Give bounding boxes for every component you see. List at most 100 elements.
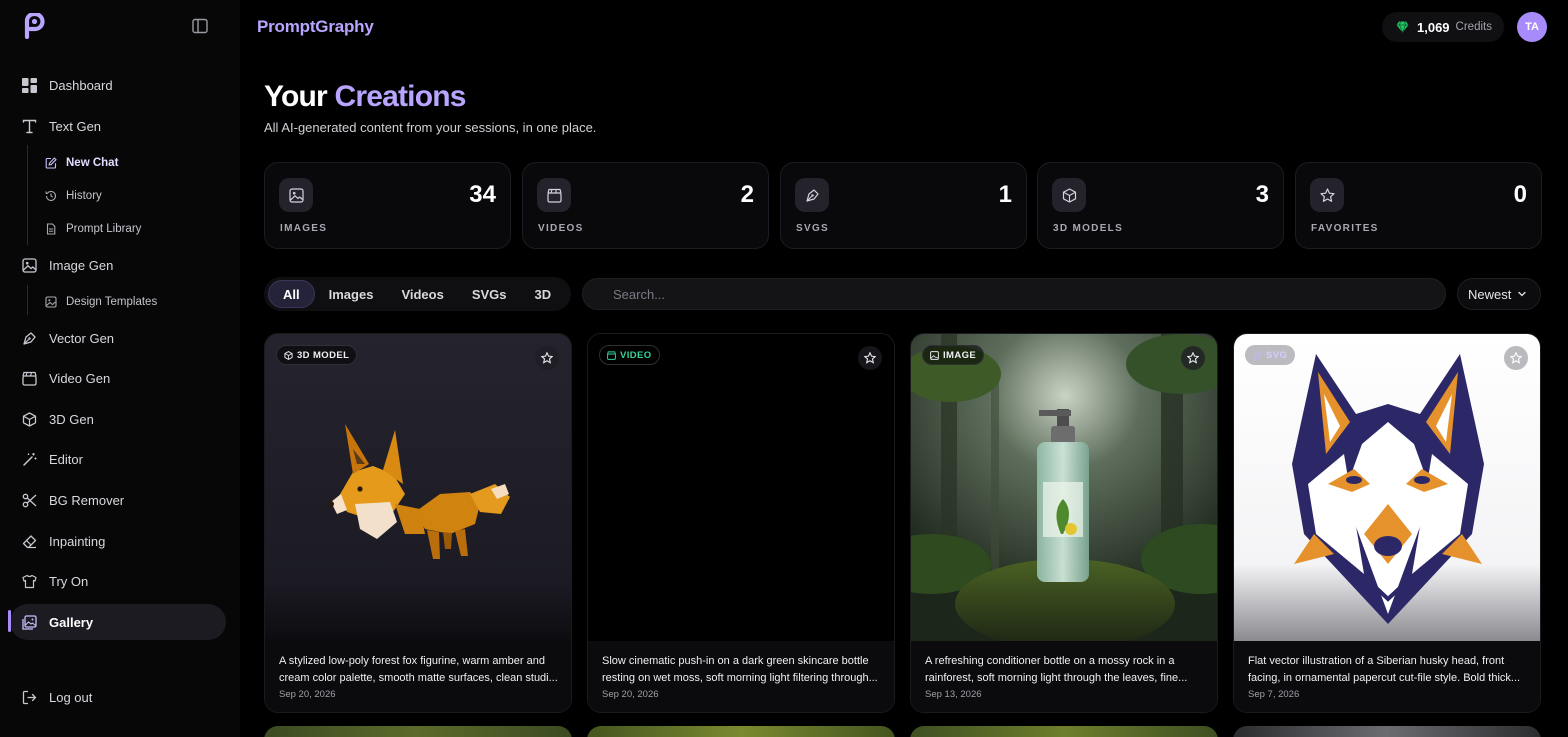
type-badge: 3D MODEL: [276, 345, 358, 365]
tab-3d[interactable]: 3D: [521, 280, 566, 308]
sort-label: Newest: [1468, 286, 1512, 302]
sidebar-item-label: Gallery: [49, 614, 94, 630]
stat-value: 3: [1255, 181, 1269, 208]
gallery-icon: [20, 613, 38, 631]
sidebar-subitem-history[interactable]: History: [44, 184, 102, 208]
user-avatar[interactable]: TA: [1517, 12, 1547, 42]
sidebar-item-text-gen[interactable]: Text Gen: [10, 108, 226, 144]
sidebar-item-label: Try On: [49, 573, 89, 589]
card-caption: Slow cinematic push-in on a dark green s…: [588, 641, 894, 712]
card-thumbnail: [265, 334, 571, 641]
clapperboard-icon: [537, 178, 571, 212]
credits-badge[interactable]: 1,069 Credits: [1382, 12, 1504, 42]
sort-dropdown[interactable]: Newest: [1457, 278, 1541, 310]
shirt-icon: [20, 572, 38, 590]
magic-wand-icon: [20, 450, 38, 468]
sidebar-item-vector-gen[interactable]: Vector Gen: [10, 320, 226, 356]
sidebar-subitem-label: New Chat: [66, 157, 119, 169]
image-icon: [279, 178, 313, 212]
search-input[interactable]: [582, 278, 1446, 310]
chevron-down-icon: [1517, 289, 1527, 299]
template-icon: [44, 295, 58, 309]
sidebar-item-image-gen[interactable]: Image Gen: [10, 247, 226, 283]
tab-all[interactable]: All: [268, 280, 315, 308]
gallery-card-peek[interactable]: [910, 726, 1218, 737]
gallery-card-3d-model[interactable]: 3D MODEL A stylized low-poly forest fox …: [264, 333, 572, 713]
sidebar-item-label: Vector Gen: [49, 330, 115, 346]
sidebar-item-video-gen[interactable]: Video Gen: [10, 360, 226, 396]
stat-label: 3D MODELS: [1053, 223, 1124, 234]
card-caption: Flat vector illustration of a Siberian h…: [1234, 641, 1540, 712]
sidebar-subitem-design-templates[interactable]: Design Templates: [44, 290, 157, 314]
active-indicator: [8, 610, 11, 632]
card-date: Sep 20, 2026: [279, 689, 336, 700]
image-icon: [930, 350, 939, 360]
page-subtitle: All AI-generated content from your sessi…: [264, 120, 597, 135]
sidebar-item-3d-gen[interactable]: 3D Gen: [10, 401, 226, 437]
sidebar-item-label: Inpainting: [49, 533, 106, 549]
sidebar-subitem-prompt-library[interactable]: Prompt Library: [44, 217, 141, 241]
brand-name[interactable]: PromptGraphy: [257, 17, 374, 37]
sidebar-item-bg-remover[interactable]: BG Remover: [10, 482, 226, 518]
eraser-icon: [20, 532, 38, 550]
sidebar-item-label: 3D Gen: [49, 411, 94, 427]
stat-value: 34: [469, 181, 496, 208]
page-title-part1: Your: [264, 80, 328, 113]
type-label: IMAGE: [943, 349, 977, 361]
tab-svgs[interactable]: SVGs: [458, 280, 521, 308]
gallery-card-peek[interactable]: [264, 726, 572, 737]
gallery-card-peek[interactable]: [1233, 726, 1541, 737]
sidebar-subitem-new-chat[interactable]: New Chat: [44, 151, 118, 175]
sidebar-item-label: Dashboard: [49, 77, 113, 93]
gallery-card-video[interactable]: VIDEO Slow cinematic push-in on a dark g…: [587, 333, 895, 713]
favorite-star-icon[interactable]: [858, 346, 882, 370]
credits-label: Credits: [1455, 21, 1492, 33]
tab-images[interactable]: Images: [315, 280, 388, 308]
stat-label: FAVORITES: [1311, 223, 1379, 234]
gallery-card-peek[interactable]: [587, 726, 895, 737]
type-label: SVG: [1266, 349, 1288, 361]
clapperboard-icon: [20, 369, 38, 387]
tab-videos[interactable]: Videos: [387, 280, 457, 308]
image-icon: [20, 256, 38, 274]
app-logo[interactable]: [22, 11, 46, 40]
card-date: Sep 20, 2026: [602, 689, 659, 700]
favorite-star-icon[interactable]: [1504, 346, 1528, 370]
favorite-star-icon[interactable]: [535, 346, 559, 370]
dashboard-icon: [20, 76, 38, 94]
sidebar-subitem-label: Design Templates: [66, 296, 158, 308]
pen-tool-icon: [20, 329, 38, 347]
sidebar-subitem-label: History: [66, 190, 102, 202]
card-description: A stylized low-poly forest fox figurine,…: [279, 655, 558, 684]
stat-value: 1: [998, 181, 1012, 208]
sidebar-item-inpainting[interactable]: Inpainting: [10, 523, 226, 559]
gallery-card-image[interactable]: IMAGE A refreshing conditioner bottle on…: [910, 333, 1218, 713]
sidebar-item-dashboard[interactable]: Dashboard: [10, 67, 226, 103]
sidebar-toggle-icon[interactable]: [191, 17, 211, 37]
filter-tabs: All Images Videos SVGs 3D: [264, 277, 571, 311]
logout-button[interactable]: Log out: [10, 679, 226, 715]
app-root: Dashboard Text Gen New Chat History Prom…: [0, 0, 1568, 737]
scissors-icon: [20, 491, 38, 509]
sidebar-item-editor[interactable]: Editor: [10, 441, 226, 477]
clapperboard-icon: [607, 350, 616, 360]
type-badge: IMAGE: [922, 345, 985, 365]
stat-label: SVGS: [796, 223, 829, 234]
logout-label: Log out: [49, 689, 93, 705]
sidebar-item-gallery[interactable]: Gallery: [10, 604, 226, 640]
gallery-card-svg[interactable]: SVG Flat vector illustration of a Siberi…: [1233, 333, 1541, 713]
sidebar-item-try-on[interactable]: Try On: [10, 563, 226, 599]
stat-label: IMAGES: [280, 223, 328, 234]
gem-icon: [1396, 21, 1409, 33]
stat-card-svgs: 1 SVGS: [780, 162, 1027, 249]
document-icon: [44, 222, 58, 236]
stat-card-videos: 2 VIDEOS: [522, 162, 769, 249]
cube-icon: [20, 410, 38, 428]
sidebar-item-label: Video Gen: [49, 370, 111, 386]
type-label: 3D MODEL: [297, 349, 350, 361]
card-caption: A stylized low-poly forest fox figurine,…: [265, 641, 571, 712]
edit-icon: [44, 156, 58, 170]
favorite-star-icon[interactable]: [1181, 346, 1205, 370]
star-icon: [1310, 178, 1344, 212]
card-thumbnail: [1234, 334, 1540, 641]
